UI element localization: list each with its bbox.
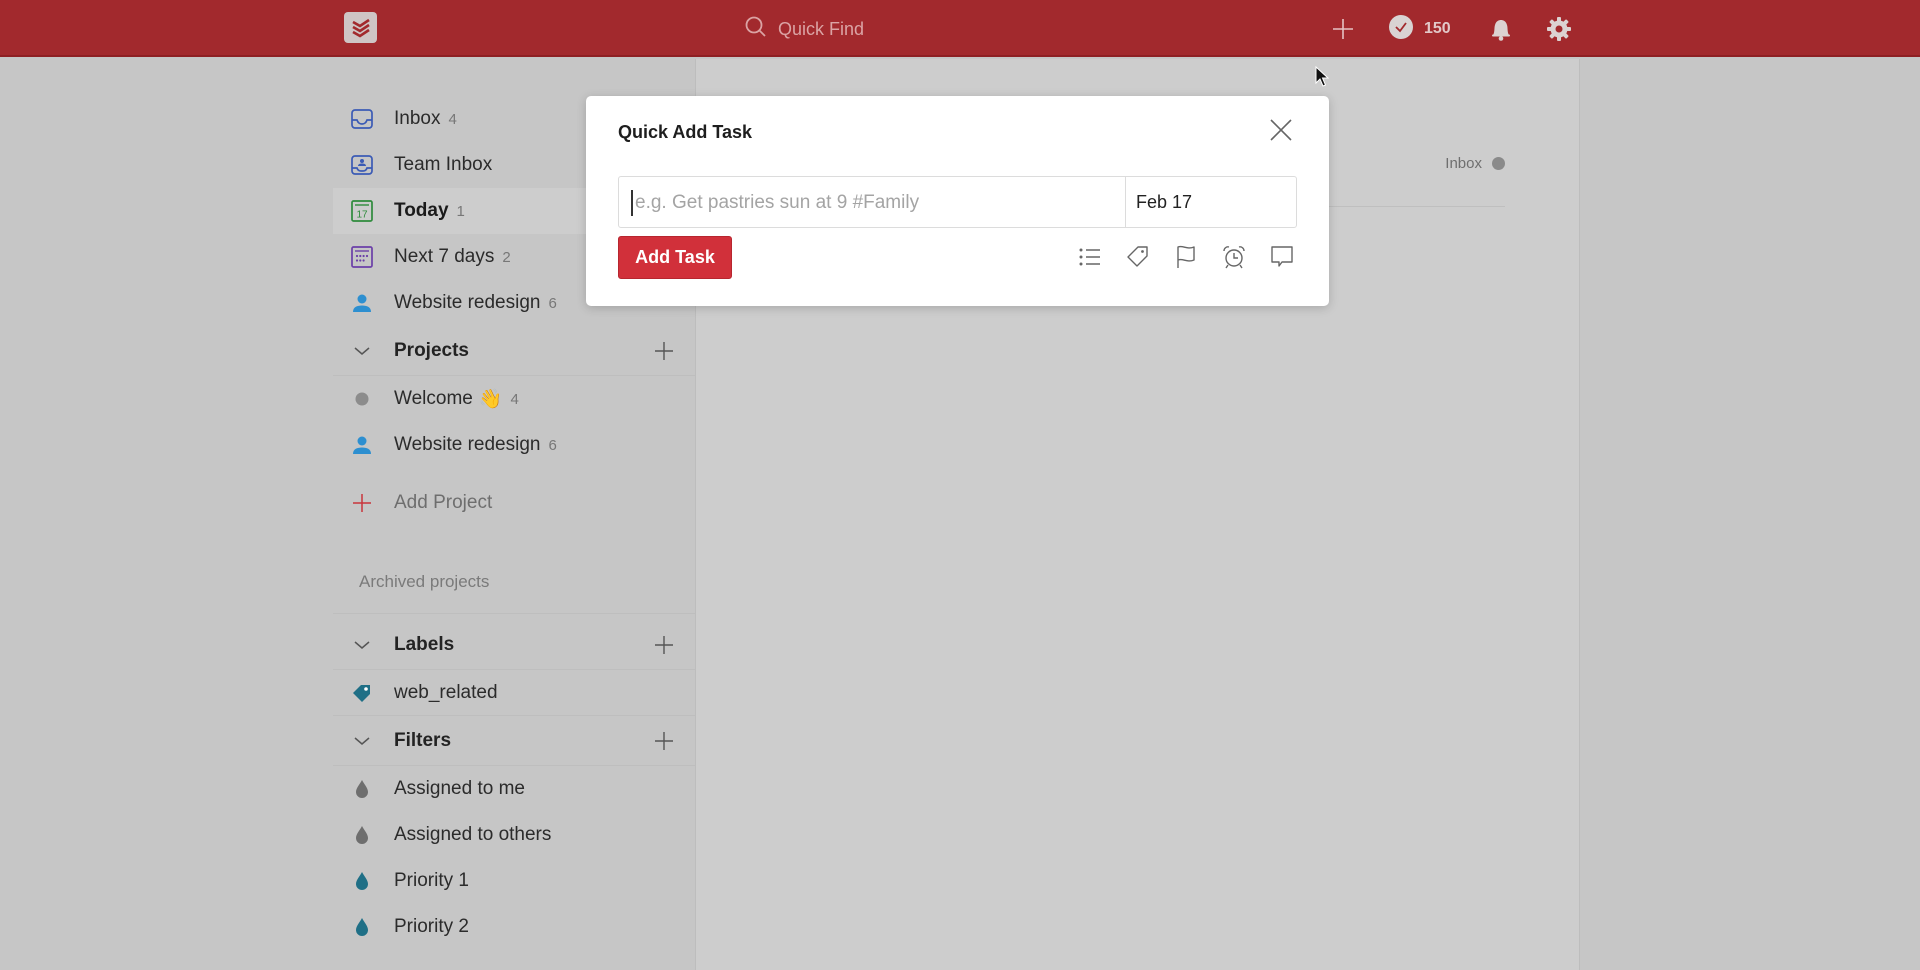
filter-item-assigned-to-others[interactable]: Assigned to others [333, 812, 695, 858]
svg-text:17: 17 [356, 210, 368, 221]
plus-icon[interactable] [1330, 16, 1356, 42]
quick-find-search[interactable]: Quick Find [744, 14, 864, 44]
filter-item-assigned-to-me[interactable]: Assigned to me [333, 766, 695, 812]
projects-section-header[interactable]: Projects [333, 326, 695, 376]
labels-section-header[interactable]: Labels [333, 620, 695, 670]
person-icon [349, 432, 375, 458]
sidebar-item-label: Team Inbox [394, 154, 493, 175]
quick-find-placeholder: Quick Find [778, 18, 865, 39]
add-filter-plus-icon[interactable] [653, 730, 675, 752]
mouse-cursor-icon [1315, 65, 1330, 93]
sidebar-item-label: Website redesign [394, 292, 541, 313]
sidebar-item-count: 4 [448, 110, 457, 128]
filters-section-header[interactable]: Filters [333, 716, 695, 766]
person-icon [349, 290, 375, 316]
task-tools [1075, 242, 1297, 272]
projects-title: Projects [394, 339, 469, 361]
bell-icon[interactable] [1489, 16, 1513, 42]
filter-drop-icon [349, 776, 375, 802]
modal-title: Quick Add Task [618, 122, 753, 142]
filter-item-label: Assigned to me [394, 778, 525, 799]
plus-icon [349, 490, 375, 516]
quick-add-task-modal: Quick Add Task Feb 17 Add Task [586, 96, 1329, 306]
priority-flag-icon[interactable] [1171, 242, 1201, 272]
filter-drop-icon [349, 914, 375, 940]
filter-item-label: Assigned to others [394, 824, 552, 845]
project-item-label: Welcome [394, 388, 473, 409]
filter-drop-icon [349, 822, 375, 848]
label-tag-icon[interactable] [1123, 242, 1153, 272]
gray-dot-icon [349, 386, 375, 412]
labels-title: Labels [394, 633, 455, 655]
gear-icon[interactable] [1545, 15, 1573, 43]
karma-check-icon [1388, 14, 1414, 45]
project-item-welcome[interactable]: Welcome 👋 4 [333, 376, 695, 422]
close-icon[interactable] [1269, 118, 1293, 142]
team-inbox-icon [349, 152, 375, 178]
add-task-button[interactable]: Add Task [618, 236, 732, 279]
calendar-today-icon: 17 [349, 198, 375, 224]
label-item-label: web_related [394, 681, 498, 703]
chevron-down-icon[interactable] [349, 345, 375, 357]
sidebar-item-count: 1 [456, 202, 465, 220]
filter-item-priority-1[interactable]: Priority 1 [333, 858, 695, 904]
task-entry-row: Feb 17 [618, 176, 1297, 228]
top-bar: Quick Find 150 [0, 0, 1920, 57]
karma-button[interactable]: 150 [1388, 14, 1451, 45]
add-label-plus-icon[interactable] [653, 634, 675, 656]
chevron-down-icon[interactable] [349, 735, 375, 747]
inbox-icon [349, 106, 375, 132]
sidebar-item-count: 2 [502, 248, 511, 266]
task-project-tag[interactable]: Inbox [1445, 155, 1505, 172]
sidebar-item-label: Inbox [394, 108, 441, 129]
todoist-logo-icon[interactable] [344, 12, 377, 43]
filter-item-label: Priority 2 [394, 916, 469, 937]
filter-item-priority-2[interactable]: Priority 2 [333, 904, 695, 950]
reminder-alarm-icon[interactable] [1219, 242, 1249, 272]
karma-count: 150 [1424, 20, 1451, 37]
calendar-week-icon [349, 244, 375, 270]
project-item-count: 4 [510, 390, 519, 408]
sidebar-item-count: 6 [548, 294, 557, 312]
task-content-input[interactable] [631, 190, 1125, 216]
waving-hand-emoji: 👋 [478, 389, 503, 410]
add-project-button[interactable]: Add Project [333, 480, 695, 526]
chevron-down-icon[interactable] [349, 639, 375, 651]
project-tag-label: Inbox [1445, 155, 1482, 172]
comment-icon[interactable] [1267, 242, 1297, 272]
filters-title: Filters [394, 729, 452, 751]
project-list-icon[interactable] [1075, 242, 1105, 272]
project-item-website-redesign[interactable]: Website redesign 6 [333, 422, 695, 468]
search-icon [744, 15, 768, 44]
sidebar-item-label: Next 7 days [394, 246, 495, 267]
project-item-label: Website redesign [394, 434, 541, 455]
filter-drop-icon [349, 868, 375, 894]
add-project-label: Add Project [394, 492, 493, 513]
archived-projects-link[interactable]: Archived projects [333, 550, 695, 614]
project-item-count: 6 [548, 436, 557, 454]
filter-item-label: Priority 1 [394, 870, 469, 891]
tag-icon [349, 680, 375, 706]
due-date-field[interactable]: Feb 17 [1125, 177, 1296, 227]
gray-dot-icon [1492, 157, 1505, 170]
label-item-web-related[interactable]: web_related [333, 670, 695, 716]
sidebar-item-label: Today [394, 200, 449, 221]
add-project-plus-icon[interactable] [653, 340, 675, 362]
